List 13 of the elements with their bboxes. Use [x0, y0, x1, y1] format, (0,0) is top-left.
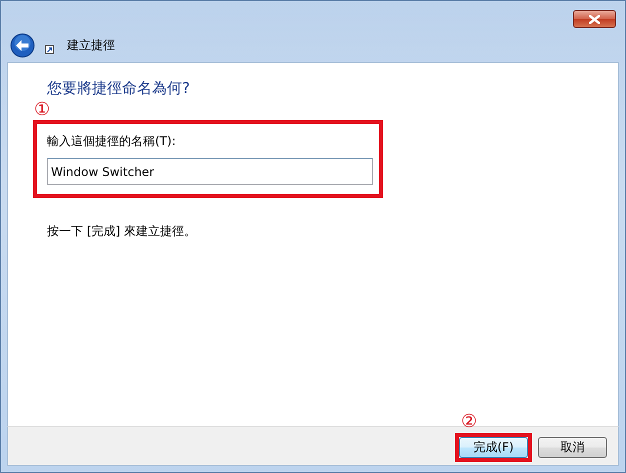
close-icon [589, 14, 600, 24]
cancel-button[interactable]: 取消 [538, 437, 607, 458]
finish-button[interactable]: 完成(F) [459, 437, 528, 458]
window-title: 建立捷徑 [67, 36, 115, 54]
instruction-text: 按一下 [完成] 來建立捷徑。 [47, 223, 197, 240]
annotation-number: ② [461, 410, 477, 432]
annotation-number: ① [34, 100, 51, 120]
shortcut-icon [45, 44, 54, 54]
close-button[interactable] [573, 10, 616, 28]
field-label: 輸入這個捷徑的名稱(T): [47, 133, 177, 150]
page-heading: 您要將捷徑命名為何? [47, 79, 191, 98]
back-button[interactable] [10, 32, 35, 58]
name-field[interactable]: Window Switcher [47, 158, 373, 185]
